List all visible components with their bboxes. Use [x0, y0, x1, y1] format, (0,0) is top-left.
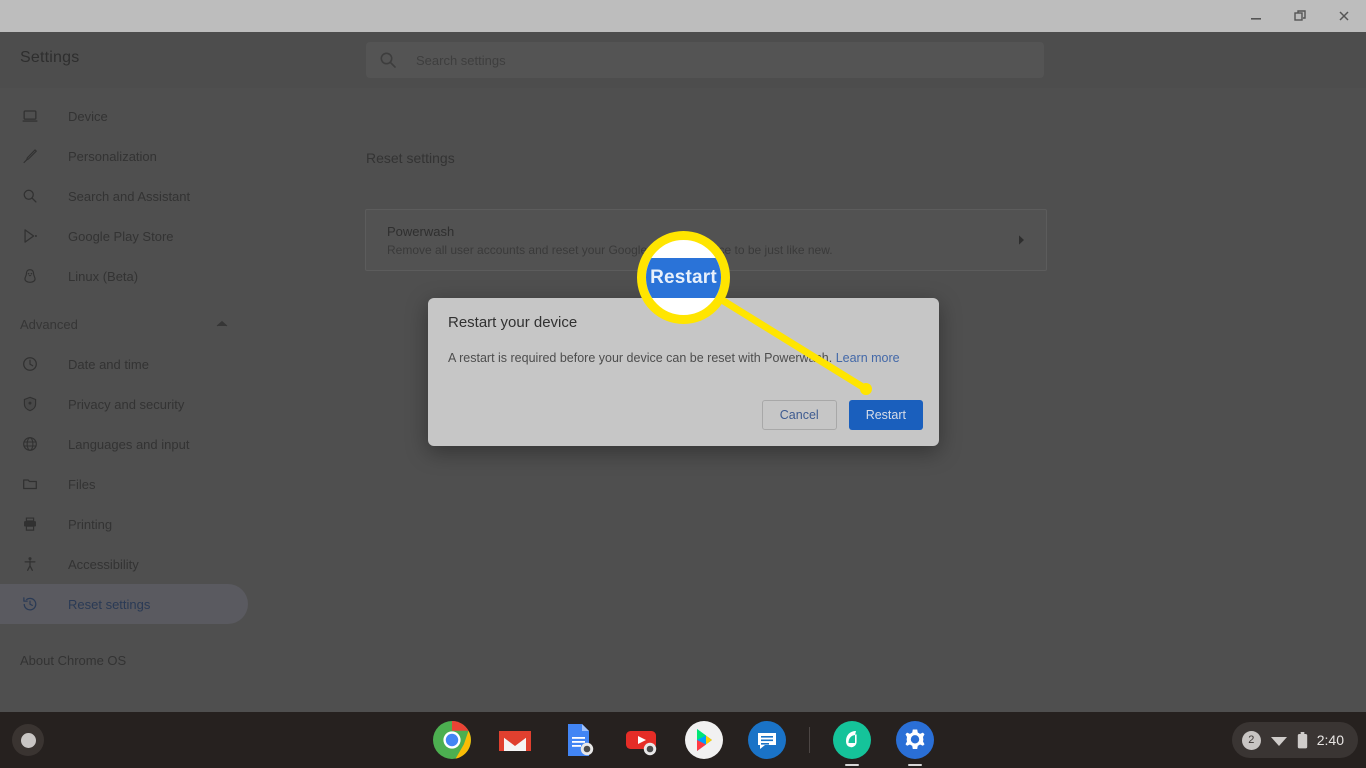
sidebar-item-label: Printing — [68, 516, 113, 532]
shelf-app-play-store[interactable] — [683, 719, 725, 761]
sidebar-advanced-label: Advanced — [20, 316, 78, 332]
dialog-actions: Cancel Restart — [761, 400, 923, 430]
powerwash-text: Powerwash Remove all user accounts and r… — [387, 224, 833, 257]
magnifier-callout: Restart — [637, 231, 730, 324]
linux-penguin-icon — [20, 266, 40, 286]
globe-icon — [20, 434, 40, 454]
dialog-body: A restart is required before your device… — [448, 351, 900, 365]
sidebar-item-label: Device — [68, 108, 108, 124]
clock-icon — [20, 354, 40, 374]
history-restore-icon — [20, 594, 40, 614]
notification-count-badge[interactable]: 2 — [1241, 730, 1261, 750]
close-button[interactable] — [1322, 0, 1366, 32]
settings-gear-icon — [895, 721, 934, 759]
shelf-app-gmail[interactable] — [494, 719, 536, 761]
shelf-app-settings[interactable] — [894, 719, 936, 761]
dialog-title: Restart your device — [448, 314, 578, 331]
sidebar-item-device[interactable]: Device — [0, 96, 248, 136]
youtube-icon — [625, 731, 656, 756]
minimize-button[interactable] — [1234, 0, 1278, 32]
brush-icon — [20, 146, 40, 166]
clock-time[interactable]: 2:40 — [1317, 732, 1344, 748]
powerwash-title: Powerwash — [387, 223, 455, 239]
settings-toolbar: Settings Search settings — [0, 32, 1366, 88]
learn-more-link[interactable]: Learn more — [836, 351, 900, 365]
sidebar-item-accessibility[interactable]: Accessibility — [0, 544, 248, 584]
window-titlebar — [0, 0, 1366, 32]
sidebar-item-privacy-and-security[interactable]: Privacy and security — [0, 384, 248, 424]
magnified-restart-button: Restart — [646, 257, 721, 298]
dialog-body-text: A restart is required before your device… — [448, 351, 833, 365]
sidebar-item-label: Personalization — [68, 148, 157, 164]
sidebar-item-search-and-assistant[interactable]: Search and Assistant — [0, 176, 248, 216]
search-icon — [378, 50, 398, 70]
sidebar-advanced-toggle[interactable]: Advanced — [0, 304, 256, 344]
shelf-app-youtube[interactable] — [620, 719, 662, 761]
messages-icon — [747, 721, 786, 759]
search-icon — [20, 186, 40, 206]
google-docs-icon — [567, 724, 593, 756]
shelf-app-grammarly[interactable] — [831, 719, 873, 761]
sidebar-item-google-play-store[interactable]: Google Play Store — [0, 216, 248, 256]
sidebar-item-files[interactable]: Files — [0, 464, 248, 504]
play-store-icon — [20, 226, 40, 246]
chromeos-screen: Settings Search settings Device Personal… — [0, 0, 1366, 768]
chromeos-shelf: 2 2:40 — [0, 712, 1366, 768]
play-store-icon — [684, 721, 723, 759]
sidebar-item-label: Linux (Beta) — [68, 268, 139, 284]
sidebar-item-label: Privacy and security — [68, 396, 185, 412]
shelf-app-messages[interactable] — [746, 719, 788, 761]
cancel-button[interactable]: Cancel — [761, 400, 837, 430]
chevron-up-icon — [216, 320, 228, 328]
sidebar-item-label: Reset settings — [68, 596, 151, 612]
shelf-app-chrome[interactable] — [431, 719, 473, 761]
powerwash-description: Remove all user accounts and reset your … — [387, 242, 833, 257]
sidebar-item-label: Accessibility — [68, 556, 139, 572]
sidebar-item-printing[interactable]: Printing — [0, 504, 248, 544]
sidebar-item-label: Search and Assistant — [68, 188, 191, 204]
search-placeholder-text: Search settings — [416, 52, 506, 68]
sidebar-item-label: Date and time — [68, 356, 149, 372]
section-heading: Reset settings — [366, 150, 455, 166]
accessibility-icon — [20, 554, 40, 574]
wifi-icon[interactable] — [1270, 733, 1288, 747]
sidebar-item-date-and-time[interactable]: Date and time — [0, 344, 248, 384]
sidebar-item-about-chrome-os[interactable]: About Chrome OS — [0, 642, 256, 678]
sidebar-item-linux-beta[interactable]: Linux (Beta) — [0, 256, 248, 296]
sidebar-item-label: Files — [68, 476, 96, 492]
sidebar-item-languages-and-input[interactable]: Languages and input — [0, 424, 248, 464]
settings-sidebar: Device Personalization Search and Assist… — [0, 88, 256, 716]
laptop-icon — [20, 106, 40, 126]
system-tray[interactable]: 2 2:40 — [1231, 722, 1358, 758]
sidebar-item-label: Languages and input — [68, 436, 190, 452]
printer-icon — [20, 514, 40, 534]
shield-icon — [20, 394, 40, 414]
shelf-app-docs[interactable] — [557, 719, 599, 761]
chevron-right-icon — [1017, 234, 1026, 246]
grammarly-icon — [832, 721, 871, 759]
folder-icon — [20, 474, 40, 494]
search-input[interactable]: Search settings — [366, 42, 1044, 78]
gmail-icon — [498, 731, 531, 751]
shelf-separator — [808, 727, 810, 753]
sidebar-item-label: Google Play Store — [68, 228, 174, 244]
restart-button[interactable]: Restart — [848, 400, 923, 430]
sidebar-item-reset-settings[interactable]: Reset settings — [0, 584, 248, 624]
page-title: Settings — [20, 49, 80, 66]
chrome-icon — [432, 721, 471, 759]
sidebar-item-personalization[interactable]: Personalization — [0, 136, 248, 176]
battery-icon[interactable] — [1297, 731, 1308, 749]
maximize-restore-button[interactable] — [1278, 0, 1322, 32]
sidebar-item-label: About Chrome OS — [20, 652, 127, 668]
shelf-app-list — [0, 712, 1366, 768]
